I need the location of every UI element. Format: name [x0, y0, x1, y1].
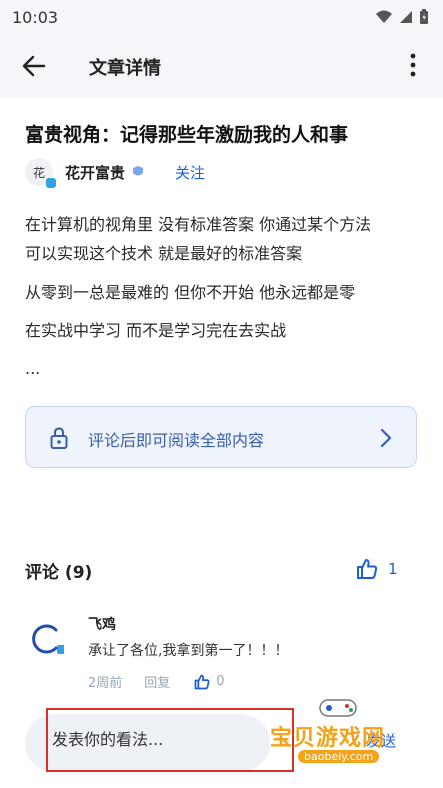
lock-icon: [50, 427, 68, 449]
watermark-url: baobeiy.com: [298, 750, 380, 763]
author-row: 花 花开富贵 关注: [25, 156, 205, 188]
author-avatar[interactable]: 花: [25, 158, 56, 188]
paragraph: 从零到一总是最难的 但你不开始 他永远都是零: [25, 283, 356, 302]
article-like-button[interactable]: 1: [356, 558, 398, 580]
unlock-label: 评论后即可阅读全部内容: [88, 431, 265, 450]
follow-button[interactable]: 关注: [175, 162, 205, 183]
article-content: 富贵视角：记得那些年激励我的人和事 花 花开富贵 关注 在计算机的视角里 没有标…: [0, 98, 443, 788]
ellipsis: ...: [25, 359, 41, 378]
unlock-banner[interactable]: 评论后即可阅读全部内容: [25, 406, 417, 468]
wifi-icon: [376, 10, 392, 23]
comment-text: 承让了各位,我拿到第一了！！！: [88, 643, 289, 659]
more-vert-icon[interactable]: [401, 50, 425, 80]
comment-item: 飞鸡 承让了各位,我拿到第一了！！！ 2周前 回复 0: [30, 614, 430, 694]
signal-icon: [400, 11, 412, 23]
comment-input[interactable]: 发表你的看法...: [46, 708, 294, 772]
thumbs-up-icon: [194, 674, 210, 689]
comments-heading: 评论 (9): [25, 563, 93, 583]
thumbs-up-icon: [357, 559, 378, 579]
article-like-count: 1: [388, 560, 398, 578]
status-time: 10:03: [12, 7, 59, 27]
author-name[interactable]: 花开富贵: [65, 162, 125, 183]
app-bar: 文章详情: [0, 34, 443, 98]
gamepad-icon: [319, 699, 357, 717]
watermark-title: 宝贝游戏网: [270, 726, 386, 751]
commenter-name[interactable]: 飞鸡: [88, 614, 116, 634]
verified-badge-icon: [46, 178, 56, 188]
comment-time: 2周前: [88, 676, 123, 691]
article-title: 富贵视角：记得那些年激励我的人和事: [25, 124, 349, 146]
status-bar: 10:03: [0, 0, 443, 34]
battery-icon: [420, 9, 428, 24]
paragraph: 可以实现这个技术 就是最好的标准答案: [25, 244, 303, 263]
page-title: 文章详情: [89, 58, 161, 79]
comment-like-count: 0: [216, 674, 225, 689]
author-badge-icon: [133, 166, 144, 176]
paragraph: 在计算机的视角里 没有标准答案 你通过某个方法: [25, 215, 372, 234]
commenter-avatar[interactable]: [30, 622, 64, 656]
paragraph: 在实战中学习 而不是学习完在去实战: [25, 321, 287, 340]
comment-like-button[interactable]: 0: [194, 674, 225, 690]
back-arrow-icon[interactable]: [20, 52, 48, 80]
comment-meta: 2周前 回复 0: [88, 672, 225, 691]
author-avatar-char: 花: [32, 165, 45, 180]
watermark-logo: 宝贝游戏网 baobeiy.com: [268, 694, 408, 772]
reply-button[interactable]: 回复: [144, 672, 170, 691]
status-icons: [375, 9, 429, 25]
chevron-right-icon: [380, 428, 392, 448]
